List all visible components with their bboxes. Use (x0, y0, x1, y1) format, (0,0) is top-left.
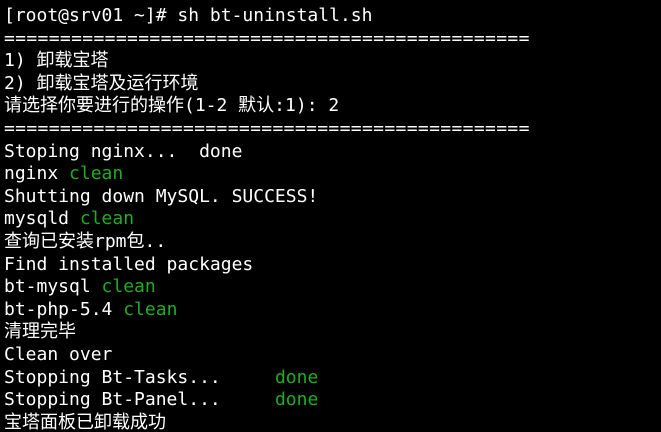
status-text: clean (101, 276, 156, 298)
output-text: 请选择你要进行的操作(1-2 默认:1): 2 (4, 95, 340, 117)
terminal-line: Shutting down MySQL. SUCCESS! (4, 186, 661, 209)
terminal-line: Clean over (4, 344, 661, 367)
terminal-line: Stopping Bt-Tasks... done (4, 367, 661, 390)
terminal-line: 查询已安装rpm包.. (4, 231, 661, 254)
status-text: clean (69, 163, 124, 185)
output-text: bt-php-5.4 (4, 298, 124, 320)
output-text: Stopping Bt-Tasks... (4, 366, 275, 388)
terminal-line: Find installed packages (4, 254, 661, 277)
output-text: Stopping Bt-Panel... (4, 389, 275, 411)
terminal-window[interactable]: [root@srv01 ~]# sh bt-uninstall.sh ======… (0, 0, 661, 432)
separator-line: ========================================… (4, 28, 661, 51)
separator-line: ========================================… (4, 118, 661, 141)
terminal-line: mysqld clean (4, 208, 661, 231)
output-text: Stoping nginx... done (4, 140, 243, 162)
output-text: 1) 卸载宝塔 (4, 50, 109, 72)
terminal-line: Stoping nginx... done (4, 141, 661, 164)
output-text: bt-mysql (4, 276, 102, 298)
output-text: 2) 卸载宝塔及运行环境 (4, 72, 199, 94)
output-text: ========================================… (4, 117, 530, 139)
output-text: Shutting down MySQL. SUCCESS! (4, 185, 319, 207)
output-text: mysqld (4, 208, 80, 230)
terminal-line: Stopping Bt-Panel... done (4, 389, 661, 412)
output-text: ========================================… (4, 27, 530, 49)
terminal-line: [root@srv01 ~]# sh bt-uninstall.sh (4, 5, 661, 28)
terminal-line: 请选择你要进行的操作(1-2 默认:1): 2 (4, 95, 661, 118)
output-text: 清理完毕 (4, 321, 76, 343)
terminal-line: 1) 卸载宝塔 (4, 50, 661, 73)
status-text: done (274, 389, 319, 411)
status-text: done (274, 366, 319, 388)
output-text: 查询已安装rpm包.. (4, 230, 167, 252)
terminal-line: bt-mysql clean (4, 276, 661, 299)
terminal-line: nginx clean (4, 163, 661, 186)
terminal-line: 2) 卸载宝塔及运行环境 (4, 73, 661, 96)
output-text: nginx (4, 163, 70, 185)
output-text: Find installed packages (4, 253, 254, 275)
terminal-line: 清理完毕 (4, 321, 661, 344)
output-text: Clean over (4, 343, 113, 365)
terminal-line: bt-php-5.4 clean (4, 299, 661, 322)
output-text: [root@srv01 ~]# sh bt-uninstall.sh (4, 5, 373, 26)
status-text: clean (79, 208, 135, 230)
output-text: 宝塔面板已卸载成功 (4, 411, 166, 432)
terminal-line: 宝塔面板已卸载成功 (4, 412, 661, 432)
status-text: clean (123, 298, 178, 320)
